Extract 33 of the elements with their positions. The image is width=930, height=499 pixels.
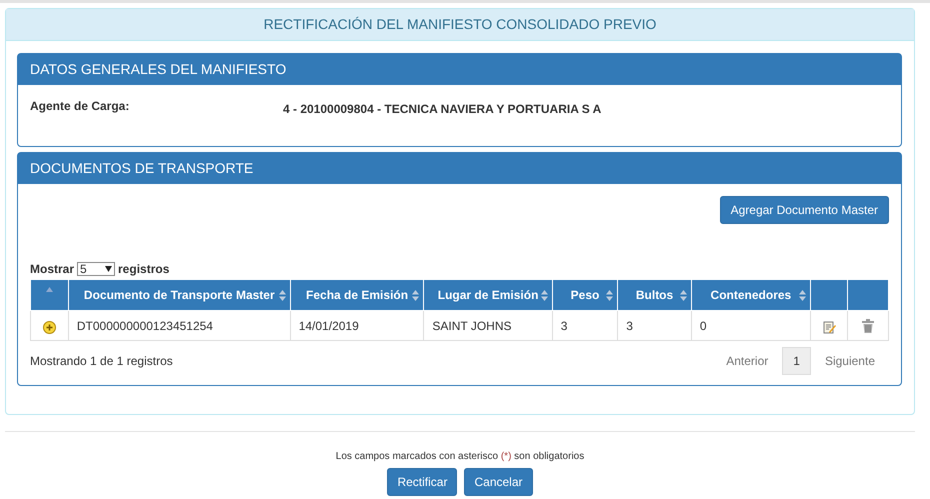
sort-icon[interactable] — [798, 290, 806, 300]
panel-header: DATOS GENERALES DEL MANIFIESTO — [18, 54, 901, 85]
required-note: Los campos marcados con asterisco (*) son obligatorios — [334, 451, 586, 462]
table-info: Mostrando 1 de 1 registros — [30, 354, 173, 368]
next-link[interactable]: Siguiente — [810, 348, 889, 374]
edit-icon[interactable] — [822, 321, 836, 334]
previous-link[interactable]: Anterior — [712, 348, 782, 374]
sort-icon[interactable] — [540, 290, 548, 300]
field-value: 4 - 20100009804 - TECNICA NAVIERA Y PORTUARIA S A — [283, 102, 602, 116]
expand-icon[interactable] — [42, 321, 56, 334]
page-button[interactable]: 1 — [782, 347, 811, 375]
length-label: Mostrar — [30, 262, 74, 276]
sort-up-icon[interactable] — [46, 286, 53, 292]
table-cell: 3 — [560, 318, 568, 332]
table-cell: 0 — [700, 318, 707, 332]
field-label: Agente de Carga: — [30, 99, 130, 115]
add-document-button[interactable]: Agregar Documento Master — [720, 196, 889, 224]
trash-icon[interactable] — [862, 318, 874, 333]
cancel-button[interactable]: Cancelar — [464, 468, 533, 496]
table-cell: 3 — [626, 318, 633, 332]
page-size-select[interactable]: 5 — [77, 262, 116, 276]
sort-icon[interactable] — [412, 290, 420, 300]
table-cell: SAINT JOHNS — [432, 318, 512, 332]
table-cell: 14/01/2019 — [298, 318, 359, 332]
page-title: RECTIFICACIÓN DEL MANIFIESTO CONSOLIDADO PREVIO — [6, 9, 914, 41]
sort-icon[interactable] — [278, 290, 286, 300]
panel-header: DOCUMENTOS DE TRANSPORTE — [18, 153, 901, 184]
caret-icon[interactable] — [105, 266, 112, 272]
length-label: registros — [118, 262, 170, 276]
rectify-button[interactable]: Rectificar — [387, 468, 458, 496]
sort-icon[interactable] — [680, 290, 687, 300]
table-cell: DT000000000123451254 — [76, 318, 213, 332]
sort-icon[interactable] — [606, 290, 614, 300]
